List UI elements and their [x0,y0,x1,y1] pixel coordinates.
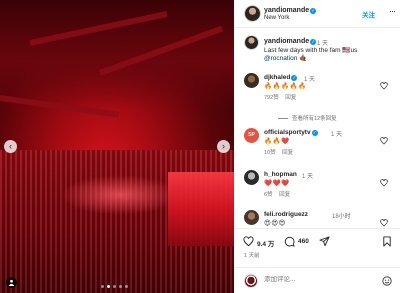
like-comment-heart-icon[interactable] [380,219,388,227]
comment-text: ❤️❤️❤️ [264,180,290,187]
previous-image-button[interactable]: ‹ [4,140,17,153]
likes-count[interactable]: 9.4 万 [257,238,274,248]
verified-icon: ✓ [310,8,317,14]
post-image[interactable]: ‹ › [0,0,234,293]
comment-time: 1 天 [302,174,314,180]
comment-username-text[interactable]: djkhaled [264,74,290,81]
author-username[interactable]: yandiomande ✓ [264,7,317,14]
emoji-icon[interactable] [382,276,392,286]
current-user-avatar [244,274,258,288]
like-comment-heart-icon[interactable] [380,179,388,187]
like-comment-heart-icon[interactable] [380,137,388,145]
comment-username-text[interactable]: officialsportytv [264,129,311,136]
comment-meta: 792赞 回复 [264,93,301,101]
add-comment-row [234,267,400,293]
carousel-dots [101,285,128,288]
avatar[interactable] [244,5,261,22]
avatar[interactable] [244,170,259,185]
post-header: yandiomande ✓ New York 关注 ··· [234,0,400,28]
comment-username[interactable]: feli.rodriguezz [264,211,308,218]
post-actions: 9.4 万 460 1 天前 [234,228,400,293]
comment-username-text[interactable]: h_hopman [264,171,297,178]
next-image-button[interactable]: › [217,140,230,153]
like-comment-heart-icon[interactable] [380,82,388,90]
location-link[interactable]: New York [264,15,289,21]
comment-likes[interactable]: 10赞 [264,150,276,156]
reply-button[interactable]: 回复 [279,192,290,198]
comment-likes[interactable]: 792赞 [264,95,279,101]
carousel-dot [101,285,104,288]
caption-mention[interactable]: @rocnation 🤙🏾 [264,54,307,62]
verified-icon: ✓ [291,75,298,81]
view-all-replies[interactable]: 查看所有12条回复 [278,114,337,122]
comment-text: 🔥🔥❤️ [264,138,290,145]
post-date[interactable]: 1 天前 [244,251,260,259]
stage-glow [60,175,180,215]
like-heart-icon[interactable] [243,236,254,247]
add-comment-input[interactable] [264,276,374,283]
share-icon[interactable] [319,236,330,247]
verified-icon: ✓ [310,39,317,45]
comment-username[interactable]: officialsportytv ✓ [264,129,318,136]
carousel-dot [113,285,116,288]
caption-username[interactable]: yandiomande ✓ [264,38,317,45]
carousel-dot-active [107,285,110,288]
avatar[interactable] [244,73,259,88]
reply-button[interactable]: 回复 [285,95,296,101]
avatar[interactable] [244,35,259,50]
stadium-roof [0,0,234,110]
comment-icon[interactable] [284,236,295,247]
comment-username[interactable]: djkhaled ✓ [264,74,298,81]
save-bookmark-icon[interactable] [382,236,392,247]
avatar[interactable]: SP [244,128,259,143]
carousel-dot [119,285,122,288]
comments-count[interactable]: 460 [298,238,309,245]
avatar[interactable] [244,210,259,225]
tagged-users-button[interactable] [6,277,17,288]
verified-icon: ✓ [311,130,318,136]
post-details-panel: yandiomande ✓ New York 关注 ··· yandiomande… [234,0,400,293]
caption-username-text[interactable]: yandiomande [264,38,309,45]
comment-text: 😍😍😍 [264,220,286,227]
comment-meta: 10赞 回复 [264,148,298,156]
comment-meta: 6赞 回复 [264,190,295,198]
carousel-dot [125,285,128,288]
comment-time: 1 天 [331,132,343,138]
comment-username[interactable]: h_hopman [264,171,297,178]
reply-button[interactable]: 回复 [282,150,293,156]
comment-likes[interactable]: 6赞 [264,192,273,198]
more-options-icon[interactable]: ··· [389,6,396,16]
comment-time: 18小时 [332,214,351,220]
comment-username-text[interactable]: feli.rodriguezz [264,211,308,218]
comment-text: 🔥🔥🔥🔥🔥 [264,83,307,90]
author-username-text[interactable]: yandiomande [264,7,309,14]
user-icon [8,279,15,286]
stage-screen [168,172,234,246]
follow-button[interactable]: 关注 [362,9,375,19]
caption-text: Last few days with the fam 🇺🇸us [264,47,358,54]
